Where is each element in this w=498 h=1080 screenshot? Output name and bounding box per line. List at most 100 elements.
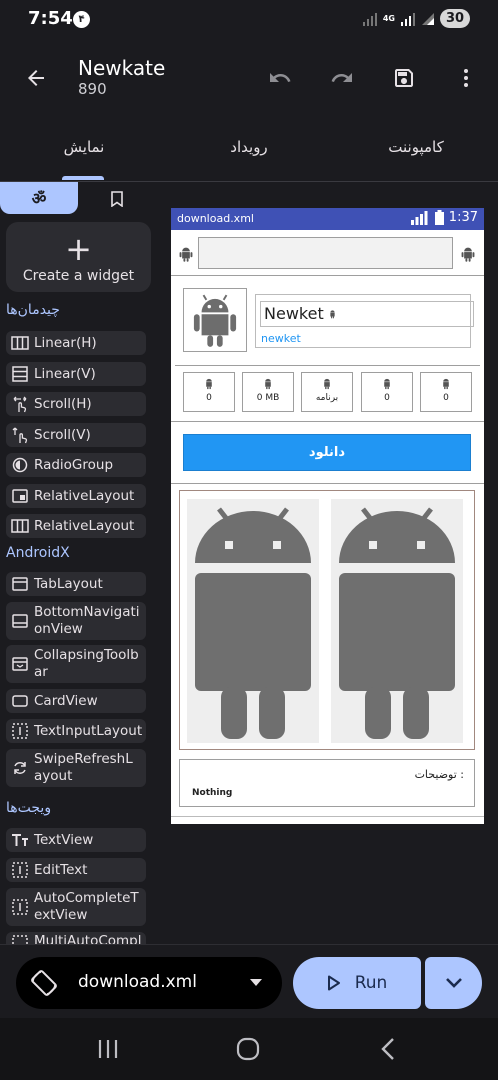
plus-icon: + — [65, 230, 92, 268]
card-icon — [10, 691, 30, 711]
tab-events[interactable]: رویداد — [226, 138, 272, 156]
preview-toolbar — [171, 230, 484, 276]
section-widgets: ویجت‌ها — [6, 800, 52, 816]
preview-app-header: Newket newket — [175, 278, 480, 366]
project-id: 890 — [78, 80, 107, 98]
preview-download-button[interactable]: دانلود — [183, 434, 471, 471]
system-back-button[interactable] — [373, 1036, 403, 1062]
redo-icon — [331, 73, 352, 82]
notification-badge: ۴ — [73, 11, 90, 28]
tab-display[interactable]: نمایش — [62, 138, 106, 156]
more-vert-icon — [464, 69, 468, 87]
preview-app-name: Newket — [264, 304, 324, 323]
palette-item-label: MultiAutoCompl — [34, 933, 142, 944]
stat-box: برنامه — [301, 372, 353, 412]
palette-item-radiogroup[interactable]: RadioGroup — [6, 453, 146, 477]
palette-item-cardview[interactable]: CardView — [6, 689, 146, 713]
palette-item-relativelayout-2[interactable]: RelativeLayout — [6, 514, 146, 538]
android-icon — [265, 378, 271, 390]
swipe-vertical-icon — [10, 425, 30, 445]
android-icon — [330, 310, 335, 319]
preview-status-icons: 1:37 — [410, 210, 478, 225]
stat-value: 0 — [206, 393, 212, 403]
palette-item-textview[interactable]: TextView — [6, 828, 146, 852]
undo-button[interactable] — [262, 60, 298, 96]
preview-search-field[interactable] — [198, 237, 453, 269]
android-icon — [324, 378, 330, 390]
android-icon — [193, 294, 237, 347]
run-button[interactable]: Run — [293, 957, 421, 1009]
rows-icon — [10, 364, 30, 384]
palette-item-multiautocomplete[interactable]: MultiAutoCompl — [6, 932, 146, 944]
android-icon — [339, 507, 455, 739]
palette-item-collapsingtoolbar[interactable]: CollapsingToolbar — [6, 645, 146, 683]
android-icon — [443, 378, 449, 390]
stat-value: برنامه — [315, 393, 339, 403]
play-icon — [327, 975, 340, 991]
network-type-label: 4G — [382, 13, 395, 23]
palette-item-label: RelativeLayout — [34, 517, 135, 534]
file-selector-dropdown[interactable]: download.xml — [16, 957, 282, 1009]
screenshot-placeholder — [187, 499, 319, 743]
preview-filename: download.xml — [177, 212, 254, 225]
dashed-box-icon — [10, 897, 30, 917]
palette-item-swiperefreshlayout[interactable]: SwipeRefreshLayout — [6, 749, 146, 787]
palette-item-scroll-h[interactable]: Scroll(H) — [6, 392, 146, 416]
palette-item-linear-h[interactable]: Linear(H) — [6, 331, 146, 355]
home-button[interactable] — [233, 1036, 263, 1062]
palette-item-autocompletetextview[interactable]: AutoCompleteTextView — [6, 888, 146, 926]
palette-tab-translate[interactable]: ॐ — [0, 182, 78, 214]
run-options-button[interactable] — [425, 957, 482, 1009]
android-icon — [384, 378, 390, 390]
widget-palette: ॐ + Create a widget چیدمان‌ها Linear(H) … — [0, 182, 158, 944]
divider — [171, 816, 484, 817]
wifi-signal-icon — [362, 12, 377, 26]
tab-components[interactable]: کامپوننت — [384, 138, 448, 156]
palette-item-edittext[interactable]: EditText — [6, 858, 146, 882]
collapsing-toolbar-icon — [10, 654, 30, 674]
palette-item-relativelayout[interactable]: RelativeLayout — [6, 484, 146, 508]
screen-rotation-icon — [31, 970, 57, 996]
app-bar: Newkate 890 — [0, 40, 498, 116]
palette-item-label: AutoCompleteTextView — [34, 890, 139, 923]
palette-item-textinputlayout[interactable]: TextInputLayout — [6, 719, 146, 743]
save-button[interactable] — [386, 60, 422, 96]
recents-button[interactable] — [93, 1036, 123, 1062]
palette-item-label: Linear(H) — [34, 334, 97, 351]
run-label: Run — [354, 973, 388, 993]
palette-tab-bookmark[interactable] — [100, 186, 134, 212]
stat-box: 0 MB — [242, 372, 294, 412]
status-time: 7:54 — [28, 8, 73, 29]
refresh-icon — [10, 758, 30, 778]
android-icon — [206, 378, 212, 390]
dashed-box-icon — [10, 860, 30, 880]
screenshot-placeholder — [331, 499, 463, 743]
stat-box: 0 — [183, 372, 235, 412]
back-button[interactable] — [18, 60, 54, 96]
dropdown-arrow-icon — [250, 979, 262, 986]
section-layouts: چیدمان‌ها — [6, 302, 60, 318]
back-arrow-icon — [28, 70, 44, 86]
section-androidx: AndroidX — [6, 545, 70, 561]
more-options-button[interactable] — [448, 60, 484, 96]
dashed-box-icon — [10, 721, 30, 741]
palette-item-label: Scroll(H) — [34, 395, 92, 412]
home-icon — [236, 1037, 260, 1061]
palette-item-label: RadioGroup — [34, 456, 114, 473]
battery-indicator: 30 — [440, 9, 470, 28]
redo-button[interactable] — [324, 60, 360, 96]
palette-item-scroll-v[interactable]: Scroll(V) — [6, 423, 146, 447]
create-widget-button[interactable]: + Create a widget — [6, 222, 151, 292]
editor-tabs: نمایش رویداد کامپوننت — [0, 118, 498, 182]
palette-item-linear-v[interactable]: Linear(V) — [6, 362, 146, 386]
android-icon — [195, 507, 311, 739]
palette-item-tablayout[interactable]: TabLayout — [6, 572, 146, 596]
cell-signal-icon — [401, 12, 415, 26]
bookmark-icon — [111, 191, 123, 207]
chevron-down-icon — [445, 978, 462, 988]
palette-item-bottomnavigationview[interactable]: BottomNavigationView — [6, 602, 146, 640]
save-icon — [395, 69, 413, 87]
palette-item-label: Linear(V) — [34, 365, 96, 382]
layout-preview[interactable]: download.xml 1:37 Newket newket 0 0 MB ب… — [171, 208, 484, 824]
stat-box: 0 — [420, 372, 472, 412]
